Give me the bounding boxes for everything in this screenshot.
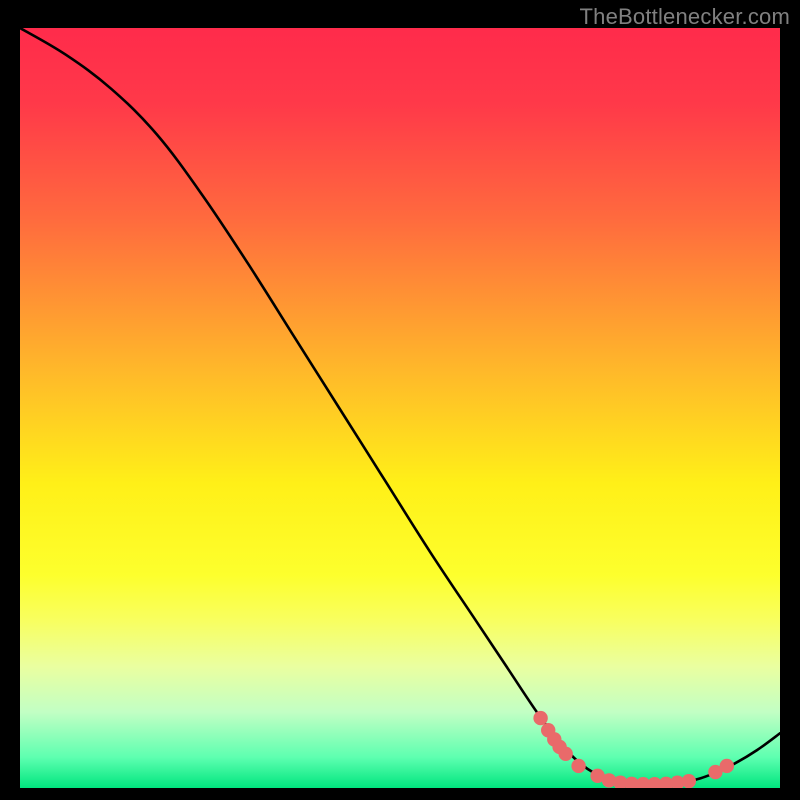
chart-frame: TheBottlenecker.com: [0, 0, 800, 800]
data-marker: [533, 711, 547, 725]
attribution-text: TheBottlenecker.com: [580, 4, 790, 30]
gradient-background: [20, 28, 780, 788]
data-marker: [682, 774, 696, 788]
plot-area: [20, 28, 780, 788]
data-marker: [720, 759, 734, 773]
data-marker: [571, 759, 585, 773]
data-marker: [558, 747, 572, 761]
chart-svg: [20, 28, 780, 788]
